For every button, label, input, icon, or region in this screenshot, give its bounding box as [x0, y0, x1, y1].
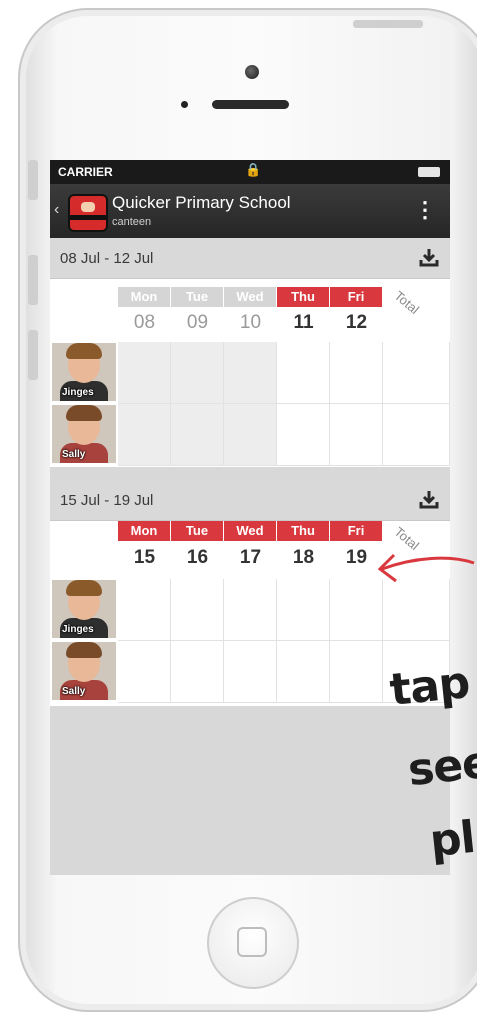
child-name: Jinges	[62, 387, 94, 398]
day-name: Wed	[224, 521, 277, 541]
earpiece-speaker	[212, 100, 289, 109]
child-name: Jinges	[62, 624, 94, 635]
child-name: Sally	[62, 686, 86, 697]
day-name: Mon	[118, 287, 171, 307]
app-title: Quicker Primary School	[112, 193, 291, 212]
order-cell[interactable]	[277, 404, 330, 466]
day-number[interactable]: 16	[171, 541, 224, 575]
order-cell[interactable]	[330, 641, 383, 703]
day-name: Wed	[224, 287, 277, 307]
order-cell[interactable]	[171, 641, 224, 703]
download-icon[interactable]	[418, 246, 440, 268]
order-cell[interactable]	[330, 404, 383, 466]
week-header: 15 Jul - 19 Jul	[50, 480, 450, 521]
child-avatar[interactable]: Sally	[52, 405, 116, 463]
home-button-icon	[237, 927, 267, 957]
day-number[interactable]: 11	[277, 306, 330, 340]
day-name: Thu	[277, 521, 330, 541]
day-number[interactable]: 09	[171, 306, 224, 340]
annotation-text-line1: tap	[387, 657, 472, 717]
day-name: Tue	[171, 521, 224, 541]
order-cell[interactable]	[118, 641, 171, 703]
order-cell	[118, 404, 171, 466]
order-cell[interactable]	[171, 579, 224, 641]
week-header: 08 Jul - 12 Jul	[50, 238, 450, 279]
day-number[interactable]: 08	[118, 306, 171, 340]
app-bar: ‹ Quicker Primary School canteen ⋮	[50, 184, 450, 238]
app-subtitle: canteen	[112, 216, 152, 228]
day-number[interactable]: 12	[330, 306, 383, 340]
order-cell[interactable]	[224, 579, 277, 641]
day-name: Mon	[118, 521, 171, 541]
volume-up-button	[28, 255, 38, 305]
battery-icon	[418, 167, 440, 177]
carrier-label: CARRIER	[58, 165, 113, 179]
app-screen: CARRIER 🔒 ‹ Quicker Primary School cante…	[50, 160, 450, 875]
order-cell[interactable]	[277, 579, 330, 641]
day-name: Fri	[330, 287, 383, 307]
total-cell	[383, 404, 450, 466]
day-name: Thu	[277, 287, 330, 307]
front-camera	[245, 65, 259, 79]
order-cell[interactable]	[277, 641, 330, 703]
week-section: 08 Jul - 12 Jul Mon Tue Wed Thu Fri 08 0…	[50, 238, 450, 467]
day-number[interactable]: 18	[277, 541, 330, 575]
order-cell	[171, 404, 224, 466]
day-number[interactable]: 17	[224, 541, 277, 575]
week-range: 08 Jul - 12 Jul	[60, 250, 154, 267]
child-avatar[interactable]: Jinges	[52, 343, 116, 401]
annotation-text-line2: see	[405, 736, 477, 797]
power-button	[353, 20, 423, 28]
order-cell[interactable]	[118, 579, 171, 641]
school-logo[interactable]	[68, 194, 108, 232]
order-cell	[224, 404, 277, 466]
order-cell[interactable]	[224, 641, 277, 703]
overflow-menu-icon[interactable]: ⋮	[414, 197, 436, 223]
day-number[interactable]: 10	[224, 306, 277, 340]
annotation-text-line3: pl	[427, 811, 477, 868]
order-cell	[224, 342, 277, 404]
order-cell	[171, 342, 224, 404]
proximity-sensor	[181, 101, 188, 108]
order-cell[interactable]	[277, 342, 330, 404]
child-avatar[interactable]: Jinges	[52, 580, 116, 638]
total-label: Total	[391, 287, 423, 318]
download-icon[interactable]	[418, 488, 440, 510]
annotation-arrow	[377, 553, 475, 583]
lock-icon: 🔒	[245, 162, 262, 177]
day-number[interactable]: 15	[118, 541, 171, 575]
back-icon[interactable]: ‹	[54, 201, 59, 219]
day-name: Fri	[330, 521, 383, 541]
week-grid: Mon Tue Wed Thu Fri 08 09 10 11 12 Total	[50, 279, 450, 467]
volume-down-button	[28, 330, 38, 380]
order-cell	[118, 342, 171, 404]
week-range: 15 Jul - 19 Jul	[60, 492, 154, 509]
order-cell[interactable]	[330, 342, 383, 404]
total-cell	[383, 342, 450, 404]
child-avatar[interactable]: Sally	[52, 642, 116, 700]
mute-switch	[28, 160, 38, 200]
day-name: Tue	[171, 287, 224, 307]
status-bar: CARRIER 🔒	[50, 160, 450, 184]
child-name: Sally	[62, 449, 86, 460]
